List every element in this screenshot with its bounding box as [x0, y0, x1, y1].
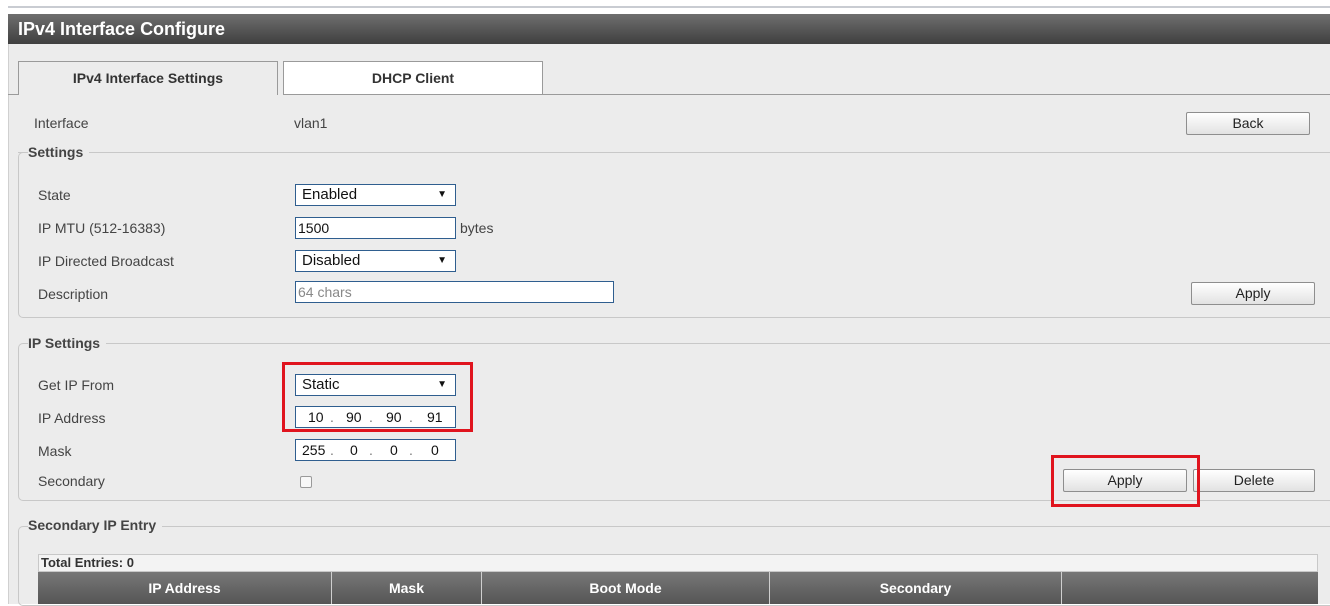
page-title: IPv4 Interface Configure [8, 14, 1330, 44]
highlight-box-apply [1051, 455, 1200, 507]
mask-label: Mask [38, 443, 72, 459]
tab-dhcp-client[interactable]: DHCP Client [283, 61, 543, 95]
state-label: State [38, 187, 71, 203]
dot-separator: . [369, 442, 373, 458]
broadcast-select[interactable]: Disabled ▼ [295, 250, 456, 272]
tab-ipv4-interface-settings[interactable]: IPv4 Interface Settings [18, 61, 278, 95]
secondary-label: Secondary [38, 473, 105, 489]
dropdown-arrow-icon: ▼ [437, 255, 447, 266]
column-boot-mode: Boot Mode [482, 572, 770, 604]
description-label: Description [38, 286, 109, 302]
get-ip-from-label: Get IP From [38, 377, 114, 393]
description-input[interactable]: 64 chars [295, 281, 614, 303]
interface-value: vlan1 [294, 115, 328, 131]
total-entries: Total Entries: 0 [38, 554, 1318, 572]
column-ip-address: IP Address [38, 572, 332, 604]
settings-apply-button[interactable]: Apply [1191, 282, 1315, 305]
mtu-unit: bytes [460, 220, 494, 236]
secondary-checkbox[interactable] [300, 476, 312, 488]
state-select[interactable]: Enabled ▼ [295, 184, 456, 206]
column-actions [1062, 572, 1318, 604]
column-secondary: Secondary [770, 572, 1062, 604]
settings-legend: Settings [28, 144, 90, 160]
mask-input[interactable]: 255 . 0 . 0 . 0 [295, 439, 456, 461]
settings-section [18, 152, 1330, 318]
mask-octet-3[interactable]: 0 [390, 442, 398, 458]
mask-octet-4[interactable]: 0 [431, 442, 439, 458]
mtu-input[interactable]: 1500 [295, 217, 456, 239]
ip-address-label: IP Address [38, 410, 106, 426]
mask-octet-1[interactable]: 255 [302, 442, 325, 458]
mtu-label: IP MTU (512-16383) [38, 220, 166, 236]
broadcast-label: IP Directed Broadcast [38, 253, 174, 269]
back-button[interactable]: Back [1186, 112, 1310, 135]
interface-label: Interface [34, 115, 89, 131]
tab-divider [543, 94, 1330, 95]
content-panel [8, 44, 1330, 604]
dot-separator: . [330, 442, 334, 458]
dropdown-arrow-icon: ▼ [437, 189, 447, 200]
top-border [8, 6, 1330, 8]
highlight-box-ip-fields [282, 362, 473, 432]
delete-button[interactable]: Delete [1193, 469, 1315, 492]
state-select-value: Enabled [302, 186, 358, 203]
column-mask: Mask [332, 572, 482, 604]
tab-divider [8, 94, 18, 95]
secondary-entry-legend: Secondary IP Entry [28, 517, 163, 533]
secondary-table-header: IP Address Mask Boot Mode Secondary [38, 572, 1318, 604]
dot-separator: . [409, 442, 413, 458]
legend-gap [18, 152, 28, 153]
ip-settings-legend: IP Settings [28, 335, 107, 351]
broadcast-select-value: Disabled [302, 252, 361, 269]
mask-octet-2[interactable]: 0 [350, 442, 358, 458]
